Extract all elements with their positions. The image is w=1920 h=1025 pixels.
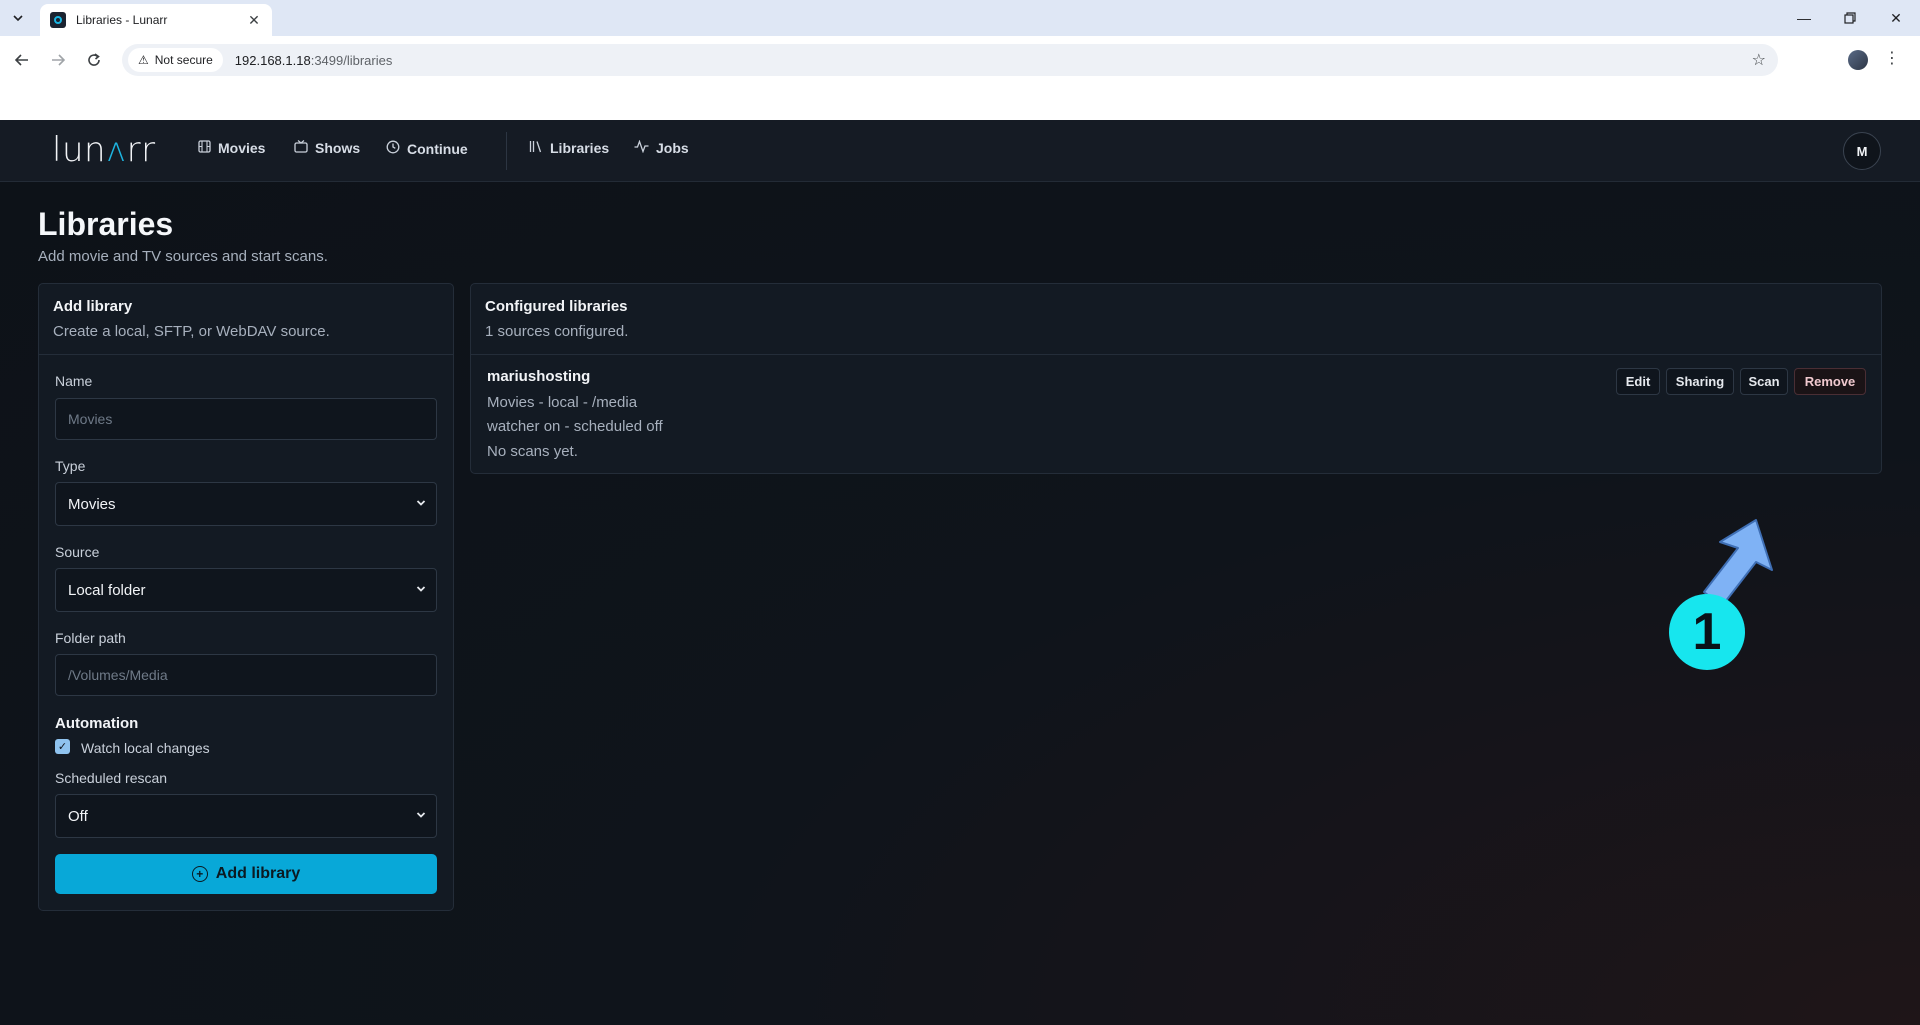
type-select-value: Movies bbox=[68, 495, 116, 513]
library-status: watcher on - scheduled off bbox=[487, 418, 663, 435]
nav-continue[interactable]: Continue bbox=[386, 140, 468, 157]
nav-continue-label: Continue bbox=[407, 140, 468, 157]
scheduled-rescan-select[interactable]: Off bbox=[55, 794, 437, 838]
watch-changes-label: Watch local changes bbox=[81, 740, 210, 756]
library-details: Movies - local - /media bbox=[487, 394, 638, 411]
plus-circle-icon: + bbox=[191, 866, 208, 882]
lunarr-favicon-icon bbox=[50, 12, 66, 28]
nav-movies[interactable]: Movies bbox=[198, 140, 265, 156]
browser-menu-icon[interactable]: ⋮ bbox=[1884, 48, 1900, 68]
add-library-header: Add library Create a local, SFTP, or Web… bbox=[39, 284, 453, 355]
restore-icon[interactable] bbox=[1830, 6, 1870, 30]
browser-tab-bar: Libraries - Lunarr ✕ — ✕ bbox=[0, 0, 1920, 36]
folder-path-label: Folder path bbox=[55, 630, 126, 646]
sharing-button[interactable]: Sharing bbox=[1666, 368, 1734, 395]
tv-icon bbox=[294, 140, 308, 156]
configured-libraries-card: Configured libraries 1 sources configure… bbox=[470, 283, 1882, 474]
scheduled-rescan-label: Scheduled rescan bbox=[55, 770, 168, 786]
library-icon bbox=[529, 140, 543, 156]
callout-step-badge: 1 bbox=[1669, 594, 1745, 670]
logo-prefix: lun bbox=[52, 130, 107, 170]
source-select[interactable]: Local folder bbox=[55, 568, 437, 612]
url-path: :3499/libraries bbox=[310, 52, 393, 68]
logo-accent: ʌ bbox=[106, 130, 127, 170]
nav-libraries-label: Libraries bbox=[550, 140, 610, 156]
minimize-icon[interactable]: — bbox=[1784, 6, 1824, 30]
lunarr-logo[interactable]: lunʌrr bbox=[52, 130, 156, 170]
logo-suffix: rr bbox=[126, 130, 156, 170]
configured-libraries-title: Configured libraries bbox=[485, 298, 628, 315]
add-library-description: Create a local, SFTP, or WebDAV source. bbox=[53, 323, 330, 340]
nav-divider bbox=[506, 132, 507, 170]
nav-movies-label: Movies bbox=[218, 140, 266, 156]
add-library-title: Add library bbox=[53, 298, 133, 315]
nav-shows-label: Shows bbox=[315, 140, 361, 156]
nav-jobs-label: Jobs bbox=[656, 140, 689, 156]
activity-icon bbox=[634, 139, 649, 156]
automation-title: Automation bbox=[55, 715, 139, 732]
add-library-button-label: Add library bbox=[215, 865, 301, 882]
remove-button[interactable]: Remove bbox=[1794, 368, 1866, 395]
profile-avatar-icon[interactable] bbox=[1848, 50, 1868, 70]
app-header: lunʌrr Movies Shows Continue Libraries J… bbox=[0, 120, 1920, 182]
user-avatar[interactable]: M bbox=[1843, 132, 1881, 170]
nav-libraries[interactable]: Libraries bbox=[529, 140, 609, 156]
configured-count: 1 sources configured. bbox=[485, 323, 629, 340]
scan-button[interactable]: Scan bbox=[1740, 368, 1788, 395]
window-close-icon[interactable]: ✕ bbox=[1876, 6, 1916, 30]
warning-triangle-icon: ⚠ bbox=[138, 53, 149, 67]
rescan-select-value: Off bbox=[68, 807, 88, 825]
type-select[interactable]: Movies bbox=[55, 482, 437, 526]
address-bar[interactable]: ⚠ Not secure 192.168.1.18:3499/libraries… bbox=[122, 44, 1778, 76]
source-select-value: Local folder bbox=[68, 581, 146, 599]
add-library-card: Add library Create a local, SFTP, or Web… bbox=[38, 283, 454, 911]
chevron-down-icon bbox=[416, 809, 426, 823]
page-subtitle: Add movie and TV sources and start scans… bbox=[38, 248, 328, 265]
source-label: Source bbox=[55, 544, 100, 560]
forward-arrow-icon[interactable] bbox=[46, 48, 70, 72]
name-label: Name bbox=[55, 373, 93, 389]
reload-icon[interactable] bbox=[82, 48, 106, 72]
chevron-down-icon bbox=[416, 583, 426, 597]
configured-libraries-header: Configured libraries 1 sources configure… bbox=[471, 284, 1881, 355]
nav-jobs[interactable]: Jobs bbox=[634, 139, 689, 156]
lunarr-app: lunʌrr Movies Shows Continue Libraries J… bbox=[0, 120, 1920, 1025]
add-library-button[interactable]: + Add library bbox=[55, 854, 437, 894]
security-label: Not secure bbox=[154, 53, 213, 67]
back-arrow-icon[interactable] bbox=[10, 48, 34, 72]
tab-title: Libraries - Lunarr bbox=[76, 13, 168, 27]
url-text: 192.168.1.18:3499/libraries bbox=[235, 53, 393, 68]
tab-search-chevron-icon[interactable] bbox=[6, 6, 30, 30]
close-icon[interactable]: ✕ bbox=[246, 12, 262, 29]
security-chip[interactable]: ⚠ Not secure bbox=[128, 48, 223, 72]
browser-toolbar: ⚠ Not secure 192.168.1.18:3499/libraries… bbox=[0, 36, 1920, 120]
library-name: mariushosting bbox=[487, 368, 591, 385]
bookmark-star-icon[interactable]: ☆ bbox=[1752, 50, 1766, 70]
folder-path-input[interactable] bbox=[55, 654, 437, 696]
name-input[interactable] bbox=[55, 398, 437, 440]
watch-changes-checkbox[interactable]: ✓ bbox=[55, 739, 70, 754]
clock-icon bbox=[386, 140, 400, 157]
chevron-down-icon bbox=[416, 497, 426, 511]
url-host: 192.168.1.18 bbox=[234, 52, 311, 68]
edit-button[interactable]: Edit bbox=[1616, 368, 1660, 395]
browser-tab[interactable]: Libraries - Lunarr ✕ bbox=[40, 4, 272, 36]
nav-shows[interactable]: Shows bbox=[294, 140, 360, 156]
film-icon bbox=[198, 140, 211, 156]
library-scans: No scans yet. bbox=[487, 443, 578, 460]
page-title: Libraries bbox=[38, 206, 174, 242]
type-label: Type bbox=[55, 458, 86, 474]
